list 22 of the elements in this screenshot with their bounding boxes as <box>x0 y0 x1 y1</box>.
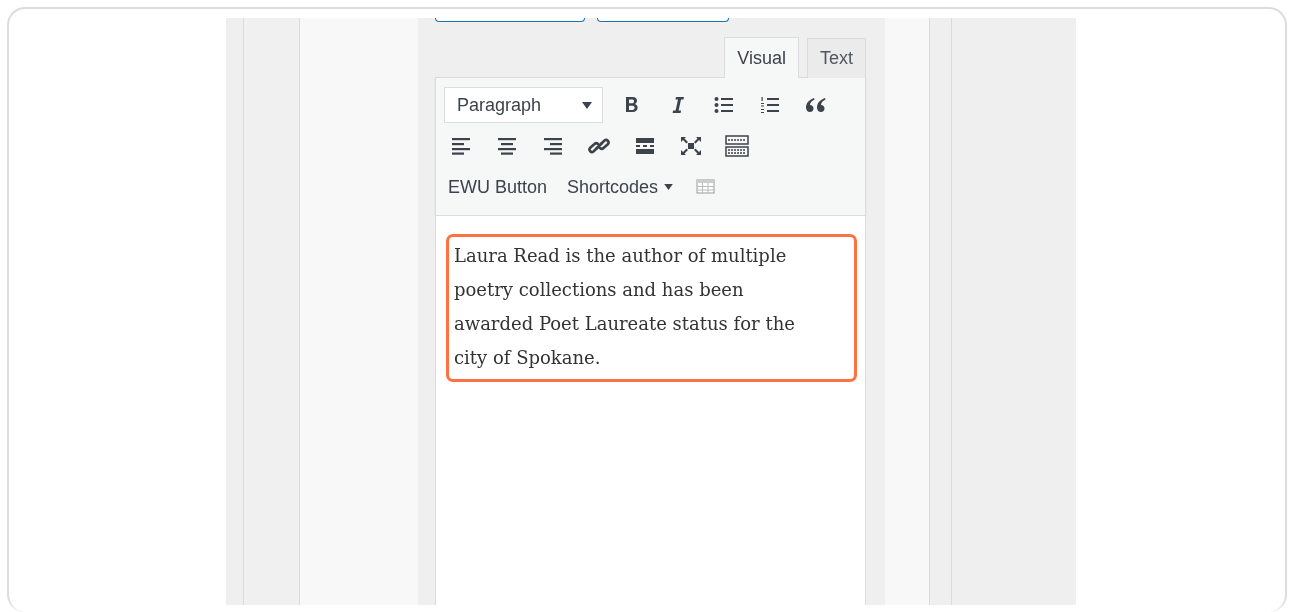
toolbar-button[interactable]: EWU Button <box>444 172 552 202</box>
paragraph-text: Laura Read is the author of multiple poetry collections and has been awarded Poet Laureate status for the city of Spokane. <box>446 234 857 382</box>
read-more-icon <box>635 137 655 155</box>
align-center-icon <box>497 137 517 155</box>
italic-icon <box>671 96 685 114</box>
align-left-icon <box>451 137 471 155</box>
quote-icon <box>805 97 827 113</box>
editor-tab[interactable]: Visual <box>724 37 799 78</box>
bold-icon <box>625 96 639 114</box>
editor-tab[interactable]: Text <box>807 38 866 78</box>
align-right-icon <box>543 137 563 155</box>
top-button[interactable] <box>597 18 729 22</box>
top-button[interactable] <box>435 18 585 22</box>
shortcodes-menu[interactable]: Shortcodes <box>563 172 678 202</box>
format-select[interactable]: Paragraph <box>444 87 603 123</box>
caret-icon <box>582 101 592 109</box>
numbered-list-icon <box>760 96 780 114</box>
bullet-list-icon <box>714 96 734 114</box>
keyboard-icon <box>725 135 749 157</box>
table-icon <box>696 179 717 195</box>
caret-icon <box>664 184 674 190</box>
fullscreen-icon <box>680 136 702 156</box>
